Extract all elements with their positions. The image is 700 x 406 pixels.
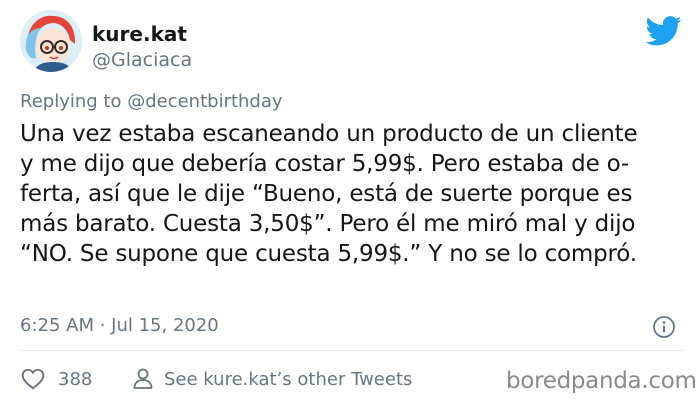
tweet-line: ferta, así que le dije “Bueno, está de s… (20, 181, 633, 207)
like-button[interactable]: 388 (20, 366, 92, 392)
tweet-card: kure.kat @Glaciaca Replying to @decentbi… (0, 0, 700, 406)
tweet-body: Una vez estaba escaneando un producto de… (20, 119, 690, 269)
tweet-line: “NO. Se supone que cuesta 5,99$.” Y no s… (20, 241, 637, 267)
display-name[interactable]: kure.kat (92, 22, 187, 46)
boredpanda-watermark: boredpanda.com (506, 368, 697, 394)
tweet-line: y me dijo que debería costar 5,99$. Pero… (20, 151, 630, 177)
twitter-bird-icon[interactable] (646, 16, 682, 46)
like-count: 388 (58, 368, 93, 390)
tweet-timestamp[interactable]: 6:25 AM · Jul 15, 2020 (20, 314, 219, 338)
divider (20, 350, 685, 351)
user-handle[interactable]: @Glaciaca (92, 48, 192, 72)
tweet-line: más barato. Cuesta 3,50$”. Pero él me mi… (20, 211, 636, 237)
other-tweets-label: See kure.kat’s other Tweets (164, 368, 413, 390)
info-icon[interactable] (652, 315, 676, 339)
heart-icon (21, 368, 45, 390)
user-icon (133, 368, 153, 389)
anime-girl-avatar-icon (20, 10, 82, 72)
avatar[interactable] (20, 10, 82, 72)
replying-to-text[interactable]: Replying to @decentbirthday (20, 90, 283, 114)
see-other-tweets-link[interactable]: See kure.kat’s other Tweets (132, 366, 412, 392)
tweet-line: Una vez estaba escaneando un producto de… (20, 121, 638, 147)
